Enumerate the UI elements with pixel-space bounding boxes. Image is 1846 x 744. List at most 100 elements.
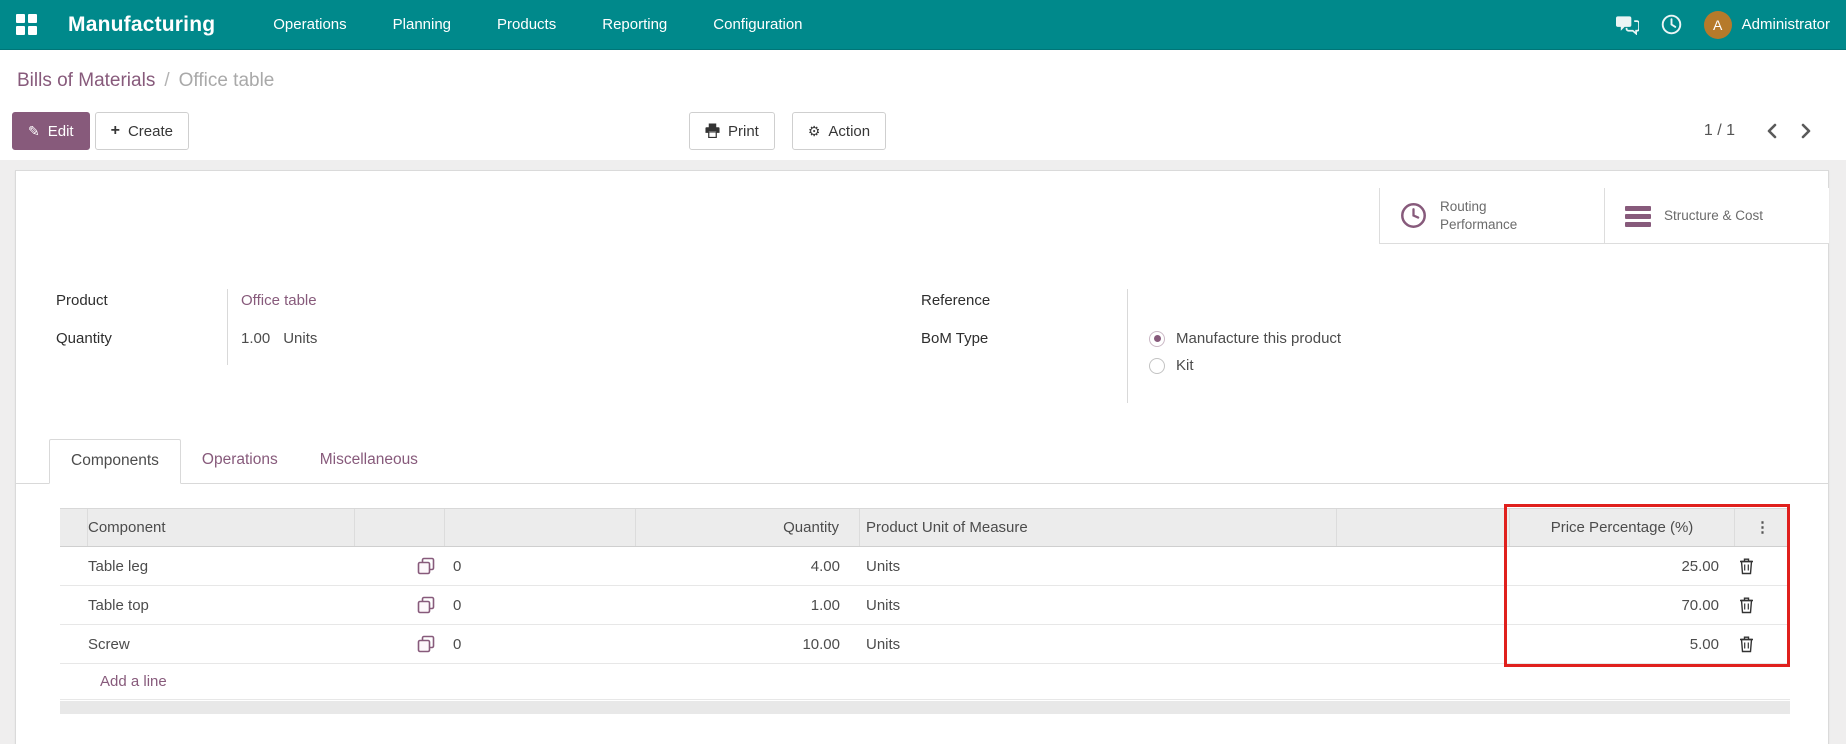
breadcrumb-bills-of-materials[interactable]: Bills of Materials (17, 70, 155, 91)
cell-quantity[interactable]: 4.00 (636, 547, 860, 585)
optional-columns-icon[interactable]: ⋮ (1755, 520, 1770, 535)
apply-on-variants-icon[interactable] (417, 596, 435, 614)
cell-uom[interactable]: Units (860, 625, 1337, 663)
cell-quantity[interactable]: 1.00 (636, 586, 860, 624)
table-row[interactable]: Table leg 0 4.00 Units 25.00 (60, 547, 1790, 586)
nav-item-planning[interactable]: Planning (393, 16, 451, 33)
top-navbar: Manufacturing Operations Planning Produc… (0, 0, 1846, 50)
bom-type-option-manufacture-label: Manufacture this product (1176, 330, 1342, 347)
breadcrumb: Bills of Materials / Office table (17, 70, 274, 92)
form-sheet: Routing Performance Structure & Cost Pro… (15, 170, 1829, 744)
nav-item-products[interactable]: Products (497, 16, 556, 33)
action-button-label: Action (828, 122, 871, 140)
row-handle[interactable] (60, 586, 88, 624)
field-product: Product Office table (56, 289, 696, 327)
action-buttons: Print ⚙ Action (689, 112, 887, 150)
pencil-icon: ✎ (28, 123, 40, 139)
smart-button-box: Routing Performance Structure & Cost (1379, 188, 1829, 244)
product-value-link[interactable]: Office table (241, 292, 317, 309)
structure-cost-label: Structure & Cost (1664, 207, 1764, 223)
row-handle[interactable] (60, 547, 88, 585)
cell-blank (1337, 586, 1510, 624)
apps-menu-icon[interactable] (16, 13, 38, 36)
cell-price-percentage[interactable]: 25.00 (1510, 547, 1735, 585)
header-blank-column-1 (445, 509, 636, 546)
user-menu[interactable]: A Administrator (1703, 10, 1830, 39)
bom-type-option-kit[interactable]: Kit (1149, 357, 1341, 374)
delete-row-icon[interactable] (1739, 558, 1754, 575)
cell-blank (1337, 547, 1510, 585)
cell-quantity[interactable]: 10.00 (636, 625, 860, 663)
edit-button[interactable]: ✎ Edit (12, 112, 90, 150)
cell-uom[interactable]: Units (860, 586, 1337, 624)
apply-on-variants-icon[interactable] (417, 635, 435, 653)
row-handle[interactable] (60, 625, 88, 663)
edit-button-label: Edit (47, 122, 74, 140)
pager-value[interactable]: 1 / 1 (1704, 122, 1735, 140)
pager-previous-icon[interactable] (1765, 123, 1779, 139)
product-label: Product (56, 289, 228, 327)
radio-selected-icon[interactable] (1149, 330, 1165, 347)
tab-miscellaneous[interactable]: Miscellaneous (299, 439, 439, 483)
radio-unselected-icon[interactable] (1149, 357, 1165, 374)
bom-type-label: BoM Type (921, 327, 1128, 403)
nav-item-reporting[interactable]: Reporting (602, 16, 667, 33)
cell-component[interactable]: Table top (88, 586, 355, 624)
cell-price-percentage[interactable]: 70.00 (1510, 586, 1735, 624)
table-footer-strip (60, 701, 1790, 714)
cell-variant-count[interactable]: 0 (445, 547, 636, 585)
add-a-line-row: Add a line (60, 664, 1790, 700)
bom-type-option-manufacture[interactable]: Manufacture this product (1149, 330, 1341, 347)
cell-component[interactable]: Screw (88, 625, 355, 663)
messages-icon[interactable] (1615, 15, 1639, 35)
create-button[interactable]: + Create (94, 112, 189, 150)
tab-components[interactable]: Components (49, 439, 181, 484)
notebook-tabs: Components Operations Miscellaneous (16, 439, 1828, 484)
structure-cost-button[interactable]: Structure & Cost (1604, 188, 1829, 243)
header-quantity[interactable]: Quantity (636, 509, 860, 546)
breadcrumb-current: Office table (178, 70, 275, 91)
activities-clock-icon[interactable] (1661, 14, 1682, 35)
odoo-window: Manufacturing Operations Planning Produc… (0, 0, 1846, 744)
plus-icon: + (110, 122, 120, 139)
breadcrumb-separator: / (164, 70, 170, 91)
bars-icon (1625, 205, 1651, 227)
header-uom[interactable]: Product Unit of Measure (860, 509, 1337, 546)
components-table: Component Quantity Product Unit of Measu… (60, 508, 1790, 700)
cell-price-percentage[interactable]: 5.00 (1510, 625, 1735, 663)
nav-item-configuration[interactable]: Configuration (713, 16, 802, 33)
reference-value (1128, 289, 1149, 327)
header-price-percentage[interactable]: Price Percentage (%) (1510, 509, 1735, 546)
routing-performance-button[interactable]: Routing Performance (1379, 188, 1604, 243)
delete-row-icon[interactable] (1739, 636, 1754, 653)
add-a-line-link[interactable]: Add a line (60, 673, 167, 690)
form-view-background: Routing Performance Structure & Cost Pro… (0, 160, 1846, 744)
table-row[interactable]: Table top 0 1.00 Units 70.00 (60, 586, 1790, 625)
routing-performance-label: Routing Performance (1440, 198, 1518, 232)
print-button-label: Print (728, 122, 759, 140)
quantity-value: 1.00 (241, 330, 271, 347)
record-buttons: ✎ Edit + Create (12, 112, 189, 150)
table-row[interactable]: Screw 0 10.00 Units 5.00 (60, 625, 1790, 664)
header-component[interactable]: Component (88, 509, 355, 546)
cell-blank (1337, 625, 1510, 663)
print-icon (705, 122, 720, 140)
delete-row-icon[interactable] (1739, 597, 1754, 614)
apply-on-variants-icon[interactable] (417, 557, 435, 575)
control-panel: Bills of Materials / Office table ✎ Edit +… (0, 50, 1846, 160)
action-button[interactable]: ⚙ Action (791, 112, 887, 150)
print-button[interactable]: Print (689, 112, 775, 150)
pager-next-icon[interactable] (1799, 123, 1813, 139)
tab-operations[interactable]: Operations (181, 439, 299, 483)
app-name[interactable]: Manufacturing (68, 13, 215, 37)
quantity-uom: Units (283, 330, 318, 347)
quantity-label: Quantity (56, 327, 228, 365)
nav-item-operations[interactable]: Operations (273, 16, 346, 33)
field-group-left: Product Office table Quantity 1.00 Units (56, 289, 696, 365)
cell-variant-count[interactable]: 0 (445, 625, 636, 663)
cell-uom[interactable]: Units (860, 547, 1337, 585)
cell-component[interactable]: Table leg (88, 547, 355, 585)
header-handle-column (60, 509, 88, 546)
cell-variant-count[interactable]: 0 (445, 586, 636, 624)
field-reference: Reference (921, 289, 1661, 327)
